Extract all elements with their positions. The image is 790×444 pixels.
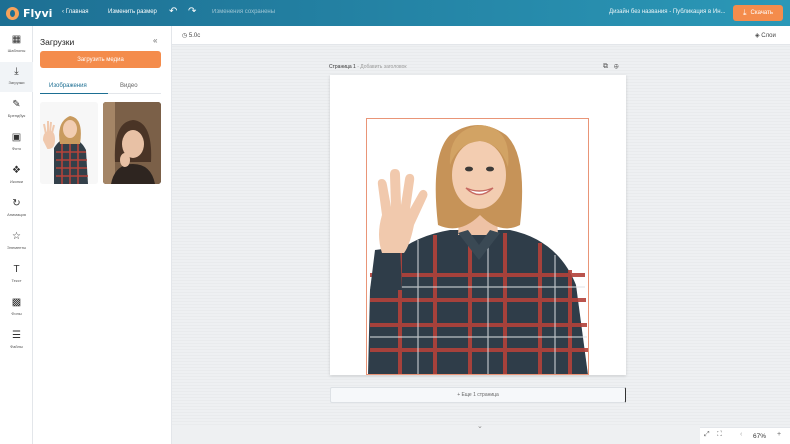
- rail-item-photo[interactable]: ▣ Фото: [0, 128, 33, 158]
- rail-label: Загрузки: [8, 80, 25, 85]
- templates-icon: ▦: [11, 34, 22, 45]
- rail-label: Брендбук: [7, 113, 26, 118]
- layers-label: Слои: [761, 33, 776, 39]
- rail-label: Фото: [11, 146, 22, 151]
- saved-status: Изменения сохранены: [212, 9, 276, 15]
- canvas-toolbar: ◷ 5.0с ◈ Слои: [172, 26, 790, 45]
- rail-label: Текст: [11, 278, 22, 283]
- chevron-down-icon[interactable]: ⌄: [477, 422, 483, 430]
- back-home-link[interactable]: ‹ Главная: [62, 9, 89, 15]
- rail-item-files[interactable]: ☰ Файлы: [0, 326, 33, 356]
- panel-title: Загрузки: [40, 37, 75, 47]
- elements-icon: ☆: [12, 231, 21, 242]
- zoom-bar: ⤢ ⛶ ‹ 67% +: [700, 427, 790, 444]
- add-title-link[interactable]: - Добавить заголовок: [357, 64, 406, 70]
- active-tab-indicator: [40, 93, 108, 94]
- tab-video[interactable]: Видео: [120, 83, 138, 89]
- uploads-panel: Загрузки « Загрузить медиа Изображения В…: [33, 26, 172, 444]
- page-title: Страница 1 - Добавить заголовок: [329, 64, 407, 70]
- add-page-button[interactable]: + Еще 1 страница: [330, 387, 626, 403]
- download-button[interactable]: ⤓ Скачать: [733, 5, 783, 21]
- uploaded-image-thumbnail[interactable]: [103, 102, 161, 184]
- collapse-panel-icon[interactable]: «: [153, 36, 157, 45]
- photo-icon: ▣: [11, 132, 22, 143]
- woman-portrait-thumbnail-art: [103, 102, 161, 184]
- resize-button[interactable]: Изменить размер: [108, 9, 157, 15]
- layers-button[interactable]: ◈ Слои: [755, 32, 776, 39]
- redo-icon[interactable]: ↷: [188, 6, 196, 17]
- page-actions: ⧉⊕: [603, 63, 625, 71]
- woman-waving-thumbnail-art: [40, 102, 98, 184]
- zoom-out-icon[interactable]: ‹: [740, 431, 742, 438]
- uploaded-image-thumbnail[interactable]: [40, 102, 98, 184]
- duration-value: 5.0с: [188, 33, 201, 39]
- backgrounds-icon: ▩: [11, 297, 22, 308]
- rail-label: Элементы: [6, 245, 27, 250]
- rail-item-icons[interactable]: ❖ Иконки: [0, 161, 33, 191]
- brandbook-icon: ✎: [12, 99, 21, 110]
- rail-item-uploads[interactable]: ⤓ Загрузки: [0, 62, 33, 92]
- selection-frame[interactable]: [366, 118, 589, 375]
- upload-media-button[interactable]: Загрузить медиа: [40, 51, 161, 68]
- left-rail: ▦ Шаблоны ⤓ Загрузки ✎ Брендбук ▣ Фото ❖…: [0, 26, 33, 444]
- download-icon: ⤓: [742, 8, 747, 17]
- rail-item-templates[interactable]: ▦ Шаблоны: [0, 30, 33, 60]
- rail-label: Анимация: [7, 212, 26, 217]
- rail-item-backgrounds[interactable]: ▩ Фоны: [0, 293, 33, 323]
- expand-icon[interactable]: ⤢: [704, 431, 710, 439]
- upload-icon: ⤓: [14, 66, 19, 77]
- media-tabs: Изображения Видео: [40, 80, 161, 94]
- zoom-in-icon[interactable]: +: [777, 431, 781, 438]
- rail-label: Файлы: [10, 344, 23, 349]
- tab-images[interactable]: Изображения: [49, 83, 87, 89]
- text-icon: T: [13, 264, 20, 275]
- back-label: Главная: [65, 9, 89, 15]
- rail-item-text[interactable]: T Текст: [0, 260, 33, 290]
- logo[interactable]: Flyvi: [6, 5, 52, 21]
- design-page[interactable]: [330, 75, 626, 375]
- document-title[interactable]: Дизайн без названия - Публикация в Ин...: [609, 9, 726, 15]
- duration-control[interactable]: ◷ 5.0с: [182, 32, 200, 39]
- add-page-icon[interactable]: ⊕: [614, 63, 625, 70]
- top-bar: Flyvi ‹ Главная Изменить размер ↶ ↷ Изме…: [0, 0, 790, 26]
- duplicate-page-icon[interactable]: ⧉: [603, 63, 614, 70]
- rail-item-animation[interactable]: ↻ Анимация: [0, 194, 33, 224]
- fullscreen-icon[interactable]: ⛶: [717, 431, 722, 439]
- animation-icon: ↻: [12, 198, 21, 209]
- files-icon: ☰: [12, 330, 21, 341]
- logo-icon: [6, 6, 19, 20]
- download-label: Скачать: [750, 10, 774, 16]
- page-name: Страница 1: [329, 64, 356, 70]
- undo-icon[interactable]: ↶: [169, 6, 177, 17]
- rail-label: Шаблоны: [7, 48, 26, 53]
- zoom-level[interactable]: 67%: [753, 433, 766, 440]
- logo-text: Flyvi: [23, 6, 53, 20]
- rail-label: Фоны: [11, 311, 22, 316]
- rail-item-brandbook[interactable]: ✎ Брендбук: [0, 95, 33, 125]
- icons-icon: ❖: [12, 165, 21, 176]
- rail-item-elements[interactable]: ☆ Элементы: [0, 227, 33, 257]
- rail-label: Иконки: [9, 179, 24, 184]
